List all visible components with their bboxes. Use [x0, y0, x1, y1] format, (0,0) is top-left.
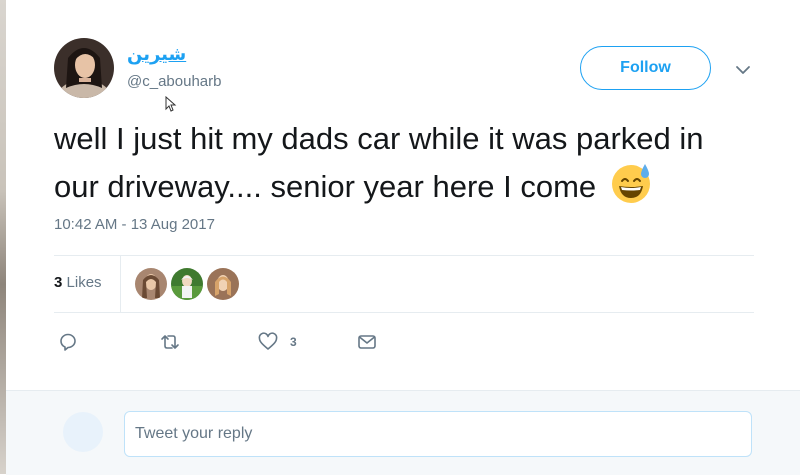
retweet-action[interactable] [160, 332, 180, 352]
divider [54, 255, 754, 256]
envelope-icon[interactable] [357, 332, 377, 352]
liker-avatar[interactable] [135, 268, 167, 300]
chevron-down-icon[interactable] [735, 62, 751, 78]
tweet-text: well I just hit my dads car while it was… [54, 117, 754, 209]
reply-icon[interactable] [58, 332, 78, 352]
user-handle: @c_abouharb [127, 73, 222, 90]
tweet-text-content: well I just hit my dads car while it was… [54, 121, 704, 204]
tweet-card: شيرين @c_abouharb Follow well I just hit… [6, 0, 800, 475]
liker-avatar[interactable] [207, 268, 239, 300]
retweet-icon[interactable] [160, 332, 180, 352]
likes-stat[interactable]: 3 Likes [54, 274, 102, 291]
display-name-link[interactable]: شيرين [127, 44, 186, 65]
like-count: 3 [290, 335, 297, 349]
mouse-cursor-icon [165, 96, 177, 112]
heart-icon[interactable] [258, 332, 278, 352]
liker-avatar[interactable] [171, 268, 203, 300]
reply-bar [6, 390, 800, 475]
avatar[interactable] [54, 38, 114, 98]
tweet-timestamp[interactable]: 10:42 AM - 13 Aug 2017 [54, 216, 215, 233]
reply-input[interactable] [124, 411, 752, 457]
divider [54, 312, 754, 313]
likes-label: Likes [66, 274, 102, 291]
divider [120, 256, 121, 312]
like-action[interactable]: 3 [258, 332, 297, 352]
follow-button[interactable]: Follow [580, 46, 711, 90]
likes-count: 3 [54, 274, 63, 291]
grinning-face-with-sweat-icon [611, 164, 650, 203]
direct-message-action[interactable] [357, 332, 377, 352]
reply-action[interactable] [58, 332, 78, 352]
reply-avatar [63, 412, 103, 452]
